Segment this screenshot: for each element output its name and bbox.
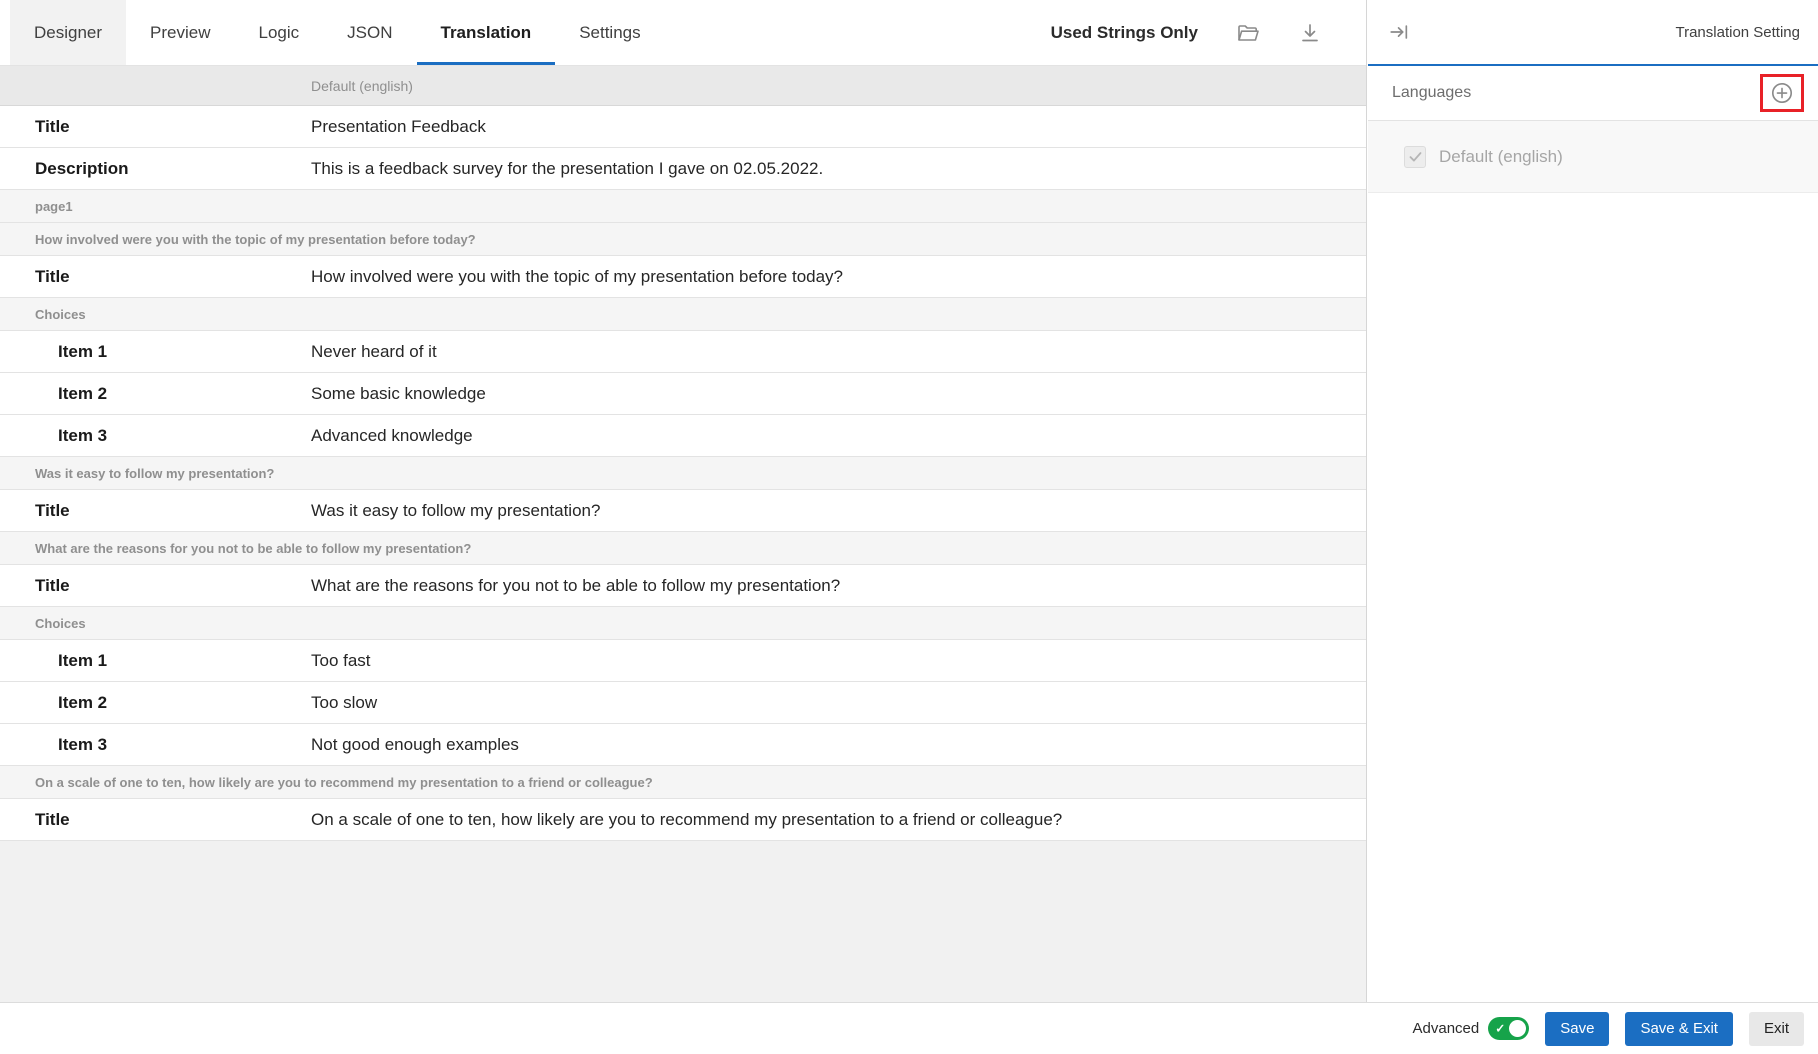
tab-preview[interactable]: Preview bbox=[126, 0, 234, 65]
translation-row: TitleHow involved were you with the topi… bbox=[0, 256, 1366, 298]
side-panel-header: Translation Setting bbox=[1368, 0, 1818, 66]
add-language-icon[interactable] bbox=[1769, 80, 1795, 106]
download-icon[interactable] bbox=[1298, 21, 1322, 45]
group-header-row: On a scale of one to ten, how likely are… bbox=[0, 766, 1366, 799]
row-label: Title bbox=[0, 576, 311, 596]
row-label: Title bbox=[0, 810, 311, 830]
row-label: Title bbox=[0, 501, 311, 521]
checkbox-check-icon bbox=[1408, 149, 1423, 164]
group-header-row: How involved were you with the topic of … bbox=[0, 223, 1366, 256]
translation-row: Item 3Advanced knowledge bbox=[0, 415, 1366, 457]
used-strings-only-toggle[interactable]: Used Strings Only bbox=[1051, 23, 1198, 43]
translation-value[interactable]: This is a feedback survey for the presen… bbox=[311, 159, 823, 179]
translation-row: Item 1Too fast bbox=[0, 640, 1366, 682]
advanced-toggle-group: Advanced ✓ bbox=[1413, 1017, 1530, 1040]
table-header-row: Default (english) bbox=[0, 66, 1366, 106]
translation-table-body: TitlePresentation FeedbackDescriptionThi… bbox=[0, 106, 1366, 841]
translation-value[interactable]: Presentation Feedback bbox=[311, 117, 486, 137]
tab-bar: DesignerPreviewLogicJSONTranslationSetti… bbox=[0, 0, 1366, 66]
advanced-toggle[interactable]: ✓ bbox=[1488, 1017, 1529, 1040]
translation-value[interactable]: Never heard of it bbox=[311, 342, 437, 362]
translation-value[interactable]: Too fast bbox=[311, 651, 371, 671]
translation-row: Item 2Some basic knowledge bbox=[0, 373, 1366, 415]
default-language-checkbox[interactable] bbox=[1404, 146, 1426, 168]
group-header-row: Choices bbox=[0, 298, 1366, 331]
side-panel-title: Translation Setting bbox=[1675, 24, 1800, 41]
translation-row: DescriptionThis is a feedback survey for… bbox=[0, 148, 1366, 190]
toggle-knob bbox=[1509, 1020, 1526, 1037]
translation-value[interactable]: On a scale of one to ten, how likely are… bbox=[311, 810, 1062, 830]
translation-value[interactable]: Was it easy to follow my presentation? bbox=[311, 501, 600, 521]
tab-settings[interactable]: Settings bbox=[555, 0, 664, 65]
row-label: Item 3 bbox=[0, 426, 311, 446]
row-label: Item 1 bbox=[0, 342, 311, 362]
translation-value[interactable]: Too slow bbox=[311, 693, 377, 713]
highlight-box bbox=[1760, 74, 1804, 112]
translation-row: Item 1Never heard of it bbox=[0, 331, 1366, 373]
translation-row: TitleOn a scale of one to ten, how likel… bbox=[0, 799, 1366, 841]
tab-designer[interactable]: Designer bbox=[10, 0, 126, 65]
languages-label: Languages bbox=[1392, 84, 1471, 102]
save-button[interactable]: Save bbox=[1545, 1012, 1609, 1046]
tab-actions: Used Strings Only bbox=[1051, 0, 1366, 65]
collapse-panel-icon[interactable] bbox=[1388, 21, 1410, 43]
tab-strip: DesignerPreviewLogicJSONTranslationSetti… bbox=[10, 0, 665, 65]
default-language-row: Default (english) bbox=[1368, 121, 1818, 193]
tab-json[interactable]: JSON bbox=[323, 0, 416, 65]
group-header-row: Choices bbox=[0, 607, 1366, 640]
group-header-row: page1 bbox=[0, 190, 1366, 223]
exit-button[interactable]: Exit bbox=[1749, 1012, 1804, 1046]
translation-settings-panel: Translation Setting Languages bbox=[1368, 0, 1818, 1002]
survey-creator-app: DesignerPreviewLogicJSONTranslationSetti… bbox=[0, 0, 1818, 1054]
row-label: Item 2 bbox=[0, 693, 311, 713]
row-label: Description bbox=[0, 159, 311, 179]
tab-logic[interactable]: Logic bbox=[235, 0, 324, 65]
row-label: Item 1 bbox=[0, 651, 311, 671]
translation-row: TitlePresentation Feedback bbox=[0, 106, 1366, 148]
row-label: Title bbox=[0, 267, 311, 287]
folder-open-icon[interactable] bbox=[1236, 21, 1260, 45]
row-label: Item 2 bbox=[0, 384, 311, 404]
default-language-label: Default (english) bbox=[1439, 147, 1563, 167]
translation-value[interactable]: What are the reasons for you not to be a… bbox=[311, 576, 840, 596]
group-header-row: What are the reasons for you not to be a… bbox=[0, 532, 1366, 565]
row-label: Item 3 bbox=[0, 735, 311, 755]
languages-section-header: Languages bbox=[1368, 66, 1818, 121]
translation-row: Item 3Not good enough examples bbox=[0, 724, 1366, 766]
tab-translation[interactable]: Translation bbox=[417, 0, 556, 65]
group-header-row: Was it easy to follow my presentation? bbox=[0, 457, 1366, 490]
toggle-check-icon: ✓ bbox=[1495, 1021, 1505, 1035]
translation-main-area: DesignerPreviewLogicJSONTranslationSetti… bbox=[0, 0, 1367, 1002]
translation-row: TitleWas it easy to follow my presentati… bbox=[0, 490, 1366, 532]
row-label: Title bbox=[0, 117, 311, 137]
translation-value[interactable]: How involved were you with the topic of … bbox=[311, 267, 843, 287]
translation-value[interactable]: Some basic knowledge bbox=[311, 384, 486, 404]
save-and-exit-button[interactable]: Save & Exit bbox=[1625, 1012, 1733, 1046]
translation-row: TitleWhat are the reasons for you not to… bbox=[0, 565, 1366, 607]
translation-row: Item 2Too slow bbox=[0, 682, 1366, 724]
footer-action-bar: Advanced ✓ Save Save & Exit Exit bbox=[0, 1002, 1818, 1054]
translation-value[interactable]: Advanced knowledge bbox=[311, 426, 473, 446]
translation-value[interactable]: Not good enough examples bbox=[311, 735, 519, 755]
advanced-label: Advanced bbox=[1413, 1020, 1480, 1037]
table-header-default-language: Default (english) bbox=[311, 78, 413, 94]
